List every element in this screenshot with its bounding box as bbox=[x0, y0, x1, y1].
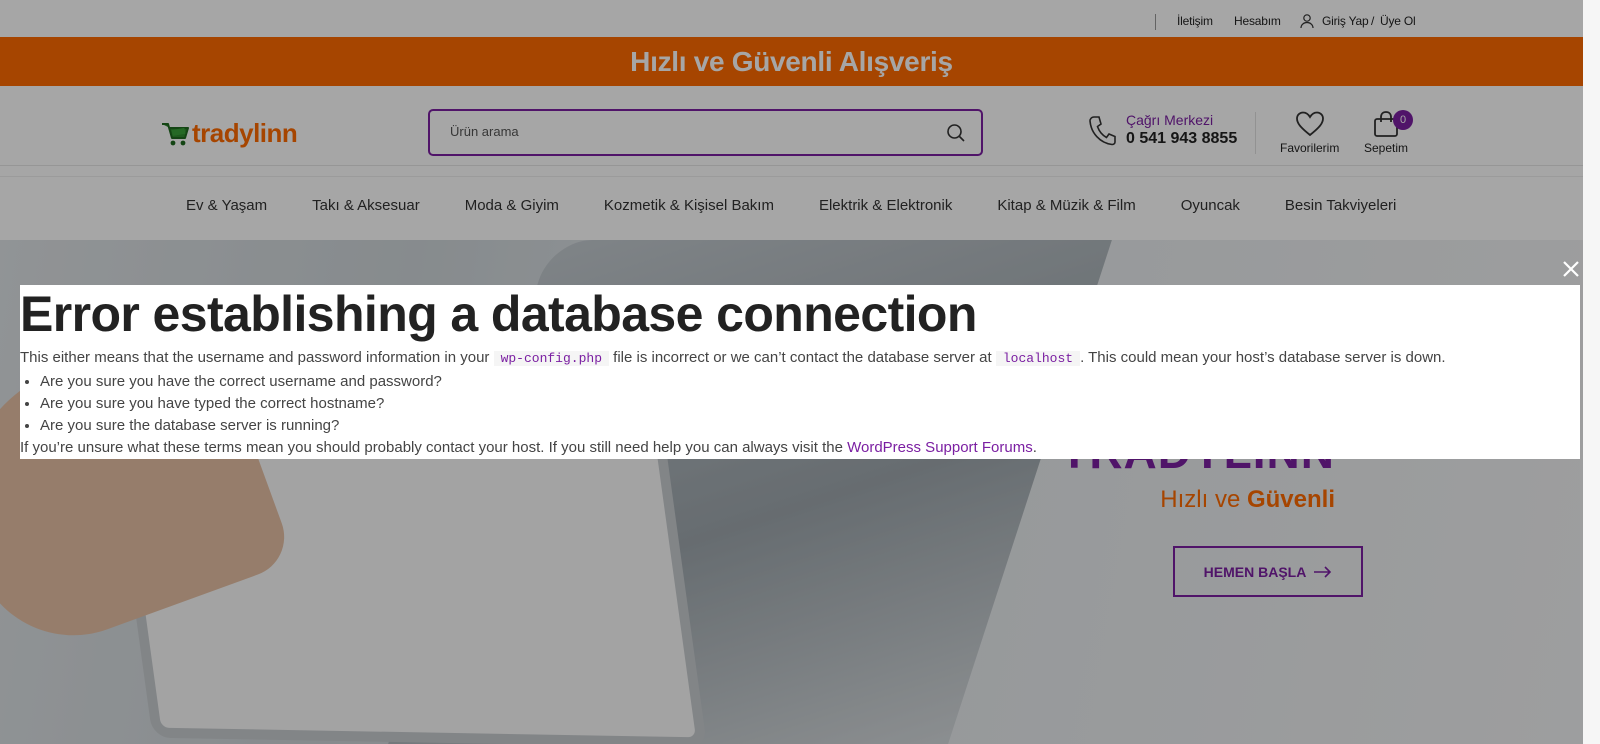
error-description: This either means that the username and … bbox=[20, 349, 1446, 366]
footer-end: . bbox=[1032, 439, 1037, 456]
checklist-item: Are you sure you have the correct userna… bbox=[40, 371, 442, 393]
error-text-2: file is incorrect or we can’t contact th… bbox=[609, 349, 996, 366]
database-error-panel: Error establishing a database connection… bbox=[20, 285, 1580, 459]
close-icon[interactable] bbox=[1561, 259, 1581, 279]
error-text-3: . This could mean your host’s database s… bbox=[1080, 349, 1446, 366]
error-footer: If you’re unsure what these terms mean y… bbox=[20, 439, 1037, 456]
support-forums-link[interactable]: WordPress Support Forums bbox=[847, 439, 1033, 456]
scrollbar-track[interactable] bbox=[1583, 0, 1600, 744]
checklist-item: Are you sure the database server is runn… bbox=[40, 415, 442, 437]
error-text-1: This either means that the username and … bbox=[20, 349, 494, 366]
checklist-item: Are you sure you have typed the correct … bbox=[40, 393, 442, 415]
config-file-code: wp-config.php bbox=[493, 351, 609, 366]
footer-text: If you’re unsure what these terms mean y… bbox=[20, 439, 848, 456]
host-code: localhost bbox=[995, 351, 1081, 366]
error-checklist: Are you sure you have the correct userna… bbox=[40, 371, 442, 437]
error-title: Error establishing a database connection bbox=[20, 286, 977, 342]
